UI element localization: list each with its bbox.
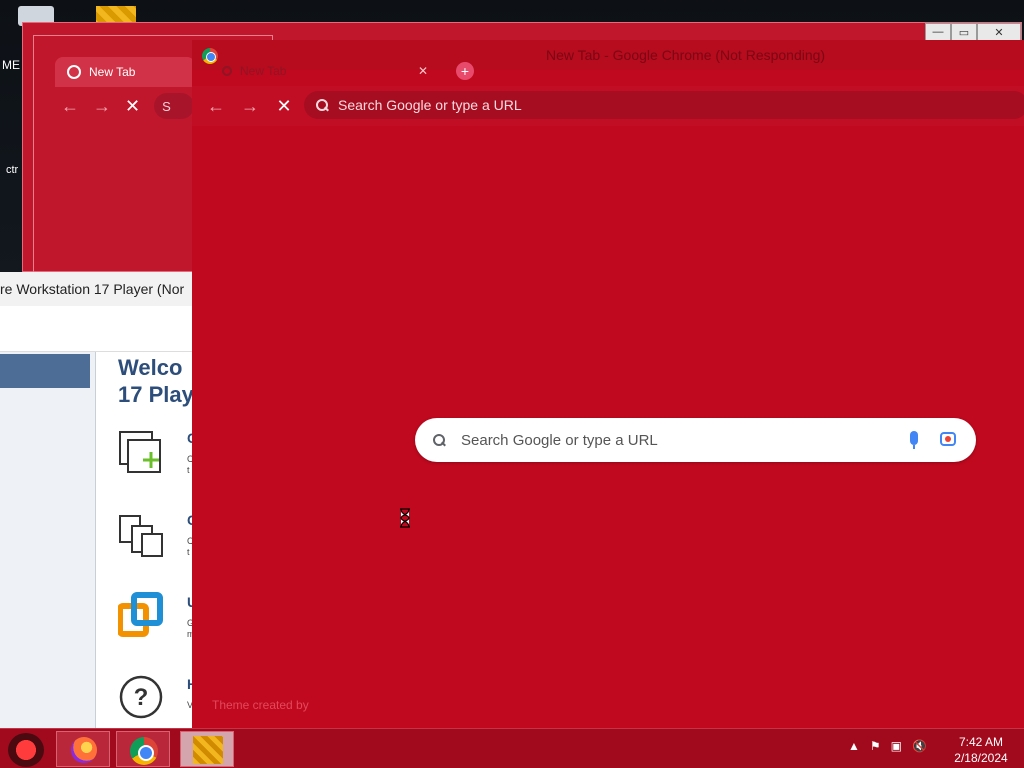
upgrade-icon[interactable] <box>118 592 164 638</box>
taskbar-clock[interactable]: 7:42 AM 2/18/2024 <box>948 734 1014 766</box>
window-controls: — ▭ ✕ <box>925 23 1021 41</box>
volume-muted-icon[interactable]: 🔇 <box>912 739 927 753</box>
vmware-icon <box>193 736 223 764</box>
taskbar-chrome[interactable] <box>116 731 170 767</box>
address-bar[interactable]: Search Google or type a URL <box>304 91 1024 119</box>
chrome-window-title: New Tab - Google Chrome (Not Responding) <box>546 47 826 63</box>
network-icon[interactable]: ▣ <box>891 739 902 753</box>
taskbar-firefox[interactable] <box>56 731 110 767</box>
tab-close-icon[interactable]: ✕ <box>418 64 428 78</box>
taskbar: ▲ ⚑ ▣ 🔇 7:42 AM 2/18/2024 <box>0 728 1024 768</box>
ntp-search-box[interactable]: Search Google or type a URL <box>415 418 976 462</box>
create-vm-icon[interactable] <box>118 430 164 476</box>
system-tray: ▲ ⚑ ▣ 🔇 <box>848 739 927 753</box>
hourglass-cursor-icon <box>400 508 410 528</box>
clock-date: 2/18/2024 <box>954 751 1008 765</box>
help-icon[interactable]: ? <box>118 674 164 720</box>
taskbar-vmware[interactable] <box>180 731 234 767</box>
search-icon <box>316 99 328 111</box>
vmware-toolbar <box>0 306 200 352</box>
microphone-icon[interactable] <box>910 431 918 449</box>
vmware-welcome-heading: Welco 17 Play <box>118 354 194 408</box>
chrome-toolbar: ← → ✕ Search Google or type a URL <box>192 86 1024 126</box>
close-button[interactable]: ✕ <box>977 23 1021 41</box>
desktop-icon-label[interactable]: ctr <box>6 164 18 176</box>
welcome-line-1: Welco <box>118 355 183 380</box>
desktop-icon-label[interactable]: ME <box>2 58 20 72</box>
tab-favicon-icon <box>67 65 81 79</box>
background-omnibox[interactable]: S <box>154 93 195 119</box>
tab-new-tab[interactable]: New Tab ✕ <box>218 62 438 80</box>
tab-favicon-icon <box>222 66 232 76</box>
background-tab-title: New Tab <box>89 65 136 79</box>
chrome-window[interactable]: New Tab - Google Chrome (Not Responding)… <box>192 40 1024 728</box>
action-center-flag-icon[interactable]: ⚑ <box>870 739 881 753</box>
ntp-search-placeholder: Search Google or type a URL <box>461 431 658 449</box>
vmware-library-selected-item[interactable] <box>0 354 90 388</box>
maximize-button[interactable]: ▭ <box>951 23 977 41</box>
start-button[interactable] <box>8 733 44 767</box>
address-bar-placeholder: Search Google or type a URL <box>338 97 522 113</box>
chrome-logo-icon <box>202 48 218 64</box>
clock-time: 7:42 AM <box>958 735 1004 749</box>
vmware-title-bar[interactable]: re Workstation 17 Player (Nor <box>0 272 200 306</box>
chrome-icon <box>130 737 158 765</box>
vmware-library-panel <box>0 352 96 728</box>
search-icon <box>433 434 445 446</box>
tab-title: New Tab <box>240 64 287 78</box>
theme-credit[interactable]: Theme created by <box>212 698 309 712</box>
background-tab[interactable]: New Tab <box>55 57 195 87</box>
forward-arrow-icon[interactable]: → <box>93 96 111 117</box>
welcome-line-2: 17 Play <box>118 382 194 407</box>
back-button[interactable]: ← <box>200 90 232 122</box>
camera-lens-icon[interactable] <box>940 432 956 446</box>
background-omnibox-text: S <box>162 98 171 114</box>
stop-button[interactable]: ✕ <box>268 90 300 122</box>
firefox-icon <box>71 737 97 763</box>
minimize-button[interactable]: — <box>925 23 951 41</box>
vmware-window[interactable]: re Workstation 17 Player (Nor Welco 17 P… <box>0 272 200 728</box>
stop-icon[interactable]: ✕ <box>125 96 140 117</box>
back-arrow-icon[interactable]: ← <box>61 96 79 117</box>
open-vm-icon[interactable] <box>118 512 164 558</box>
forward-button[interactable]: → <box>234 90 266 122</box>
new-tab-button[interactable]: + <box>456 62 474 80</box>
show-hidden-icons-button[interactable]: ▲ <box>848 739 860 753</box>
vmware-title: re Workstation 17 Player (Nor <box>0 281 185 297</box>
svg-text:?: ? <box>134 684 149 711</box>
